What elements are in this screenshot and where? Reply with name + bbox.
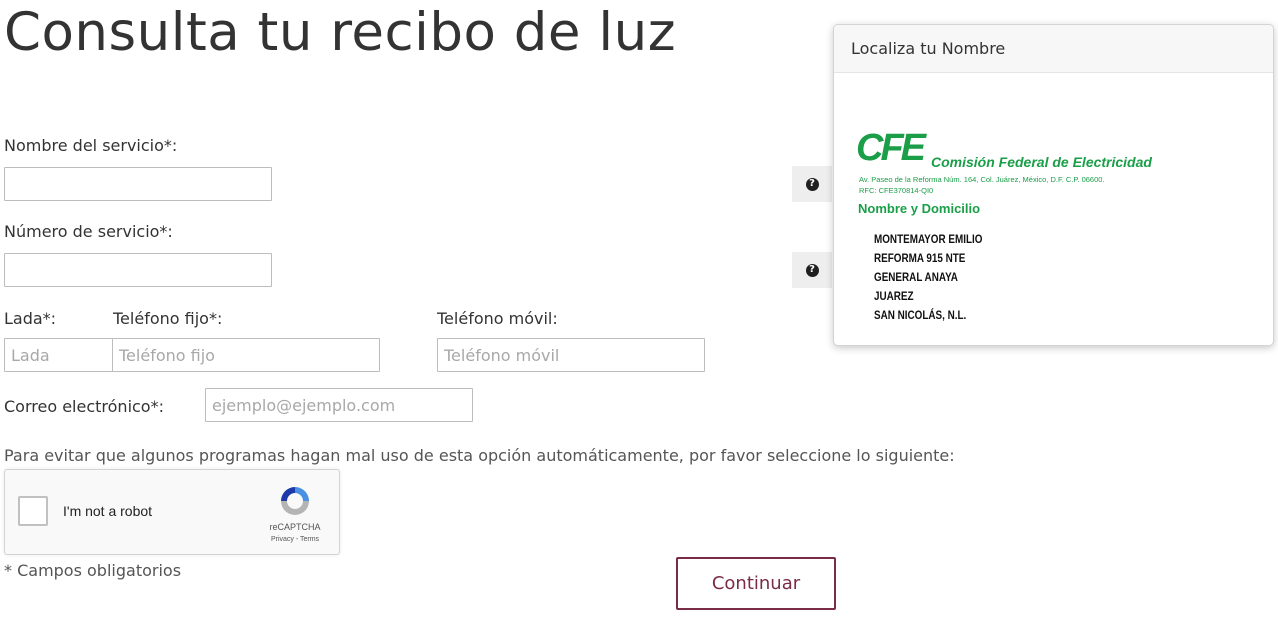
service-number-help-button[interactable]: ? [792, 252, 832, 288]
recaptcha-privacy-terms[interactable]: Privacy - Terms [253, 536, 337, 543]
question-icon: ? [805, 177, 819, 191]
service-name-label: Nombre del servicio*: [4, 136, 178, 155]
cfe-line: JUAREZ [874, 291, 914, 303]
captcha-instructions: Para evitar que algunos programas hagan … [4, 446, 955, 465]
email-input[interactable] [205, 388, 473, 422]
service-name-help-button[interactable]: ? [792, 166, 832, 202]
cfe-line: REFORMA 915 NTE [874, 253, 966, 265]
cfe-logo: CFE [856, 127, 926, 169]
required-fields-note: * Campos obligatorios [4, 561, 182, 580]
mobile-input[interactable] [437, 338, 705, 372]
recaptcha-checkbox[interactable] [18, 496, 48, 526]
cfe-line: GENERAL ANAYA [874, 272, 958, 284]
page-title: Consulta tu recibo de luz [4, 2, 677, 63]
recaptcha-brand: reCAPTCHA [269, 522, 321, 532]
phone-label: Teléfono fijo*: [113, 309, 223, 328]
service-number-input[interactable] [4, 253, 272, 287]
mobile-label: Teléfono móvil: [437, 309, 558, 328]
cfe-section-label: Nombre y Domicilio [858, 201, 981, 216]
recaptcha-widget: I'm not a robot reCAPTCHA Privacy - Term… [4, 469, 340, 555]
recaptcha-logo-icon [281, 487, 309, 515]
continue-button[interactable]: Continuar [676, 557, 836, 610]
cfe-name-address-block: MONTEMAYOR EMILIO REFORMA 915 NTE GENERA… [874, 231, 982, 326]
lada-label: Lada*: [4, 309, 57, 328]
service-name-input[interactable] [4, 167, 272, 201]
cfe-line: SAN NICOLÁS, N.L. [874, 310, 967, 322]
service-number-label: Número de servicio*: [4, 222, 173, 241]
cfe-org-name: Comisión Federal de Electricidad [931, 154, 1152, 170]
phone-input[interactable] [112, 338, 380, 372]
cfe-rfc: RFC: CFE370814-QI0 [859, 186, 934, 195]
email-label: Correo electrónico*: [4, 397, 164, 416]
locate-name-popover: Localiza tu Nombre CFE Comisión Federal … [833, 24, 1274, 346]
cfe-line: MONTEMAYOR EMILIO [874, 234, 983, 246]
question-icon: ? [805, 263, 819, 277]
popover-title: Localiza tu Nombre [834, 25, 1273, 73]
recaptcha-label: I'm not a robot [63, 503, 153, 519]
lada-input[interactable] [4, 338, 113, 372]
cfe-address: Av. Paseo de la Reforma Núm. 164, Col. J… [859, 175, 1105, 184]
